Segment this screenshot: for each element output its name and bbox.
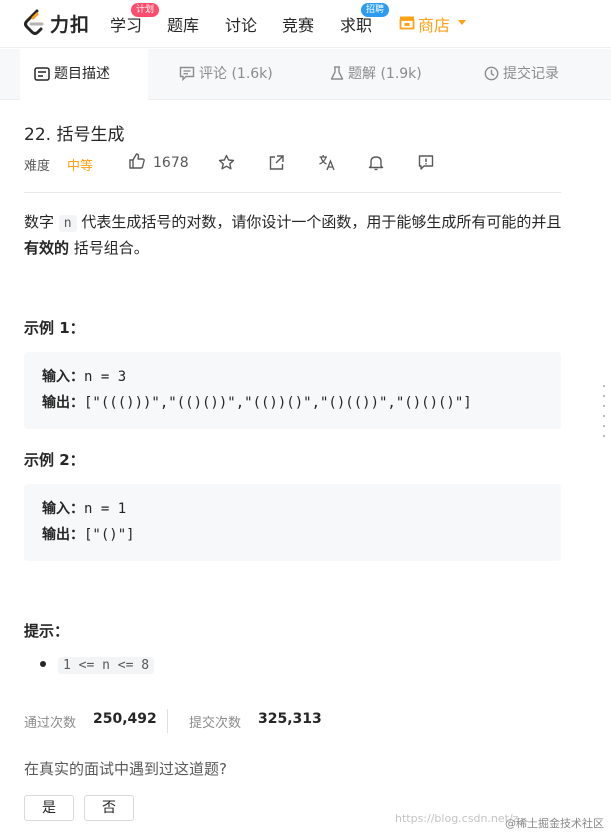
bell-icon[interactable] xyxy=(368,154,384,171)
no-button[interactable]: 否 xyxy=(84,795,134,821)
nav-item-discuss[interactable]: 讨论 xyxy=(225,12,257,36)
stat-divider xyxy=(167,709,168,733)
chevron-down-icon[interactable] xyxy=(458,20,466,25)
example-box: 输入：n = 3 输出：["((()))","(()())","(())()",… xyxy=(24,352,561,429)
nav-item-store[interactable]: 商店 xyxy=(418,12,450,36)
difficulty-badge: 中等 xyxy=(67,159,94,174)
hint-list-item: 1 <= n <= 8 xyxy=(40,657,155,674)
problem-meta: 难度 中等 1678 xyxy=(24,152,564,176)
top-nav: 力扣 学习 计划 题库 讨论 竞赛 求职 招聘 商店 xyxy=(0,0,611,48)
example-title: 示例 2： xyxy=(24,451,85,469)
share-icon[interactable] xyxy=(268,154,285,171)
tab-submissions[interactable]: 提交记录 xyxy=(484,49,559,100)
tab-comments[interactable]: 评论 (1.6k) xyxy=(179,49,273,100)
interview-question: 在真实的面试中遇到过这道题? xyxy=(24,760,227,778)
nav-badge-plan: 计划 xyxy=(131,3,160,17)
bullet-icon xyxy=(40,661,46,667)
example-box: 输入：n = 1 输出：["()"] xyxy=(24,484,561,561)
brand-name[interactable]: 力扣 xyxy=(50,10,90,37)
flask-icon xyxy=(330,66,344,80)
nav-badge-hiring: 招聘 xyxy=(361,3,390,17)
yes-button[interactable]: 是 xyxy=(24,795,74,821)
constraint-code: 1 <= n <= 8 xyxy=(58,657,155,674)
star-icon[interactable] xyxy=(218,154,235,171)
example-input: 输入：n = 1 xyxy=(42,501,127,517)
example-output: 输出：["()"] xyxy=(42,527,135,543)
leetcode-logo-icon[interactable] xyxy=(22,9,48,37)
submissions-label: 提交次数 xyxy=(189,716,242,731)
submissions-count: 325,313 xyxy=(258,711,322,727)
example-title: 示例 1： xyxy=(24,319,85,337)
resize-handle[interactable] xyxy=(603,385,606,445)
problem-description: 数字 n 代表生成括号的对数，请你设计一个函数，用于能够生成所有可能的并且 有效… xyxy=(24,213,562,257)
comment-icon xyxy=(179,66,195,82)
emphasis-text: 有效的 xyxy=(24,239,70,257)
store-icon[interactable] xyxy=(399,14,415,30)
tab-label: 提交记录 xyxy=(503,66,559,82)
problem-title: 22. 括号生成 xyxy=(24,125,125,145)
accepted-count: 250,492 xyxy=(93,711,157,727)
tab-solutions[interactable]: 题解 (1.9k) xyxy=(330,49,422,100)
thumbs-up-icon[interactable] xyxy=(128,152,146,170)
divider xyxy=(24,192,561,193)
hints-title: 提示： xyxy=(24,622,70,640)
nav-item-problems[interactable]: 题库 xyxy=(167,12,199,36)
clock-icon xyxy=(484,66,499,81)
accepted-label: 通过次数 xyxy=(24,716,77,731)
nav-item-contest[interactable]: 竞赛 xyxy=(282,12,314,36)
watermark-site: @稀土掘金技术社区 xyxy=(505,817,604,830)
tab-label: 题解 (1.9k) xyxy=(348,66,422,82)
problem-tabs: 题目描述 评论 (1.6k) 题解 (1.9k) 提交记录 xyxy=(0,49,611,101)
submission-stats: 通过次数 250,492 提交次数 325,313 xyxy=(24,709,564,733)
difficulty-label: 难度 xyxy=(24,159,51,174)
example-output: 输出：["((()))","(()())","(())()","()(())",… xyxy=(42,395,472,411)
like-count: 1678 xyxy=(153,155,189,171)
tab-label: 评论 (1.6k) xyxy=(199,66,273,82)
description-icon xyxy=(34,67,50,81)
inline-code: n xyxy=(58,215,77,232)
tab-description[interactable]: 题目描述 xyxy=(20,49,148,101)
tab-label: 题目描述 xyxy=(54,66,110,82)
translate-icon[interactable] xyxy=(318,154,336,171)
example-input: 输入：n = 3 xyxy=(42,369,127,385)
feedback-icon[interactable] xyxy=(418,154,434,171)
